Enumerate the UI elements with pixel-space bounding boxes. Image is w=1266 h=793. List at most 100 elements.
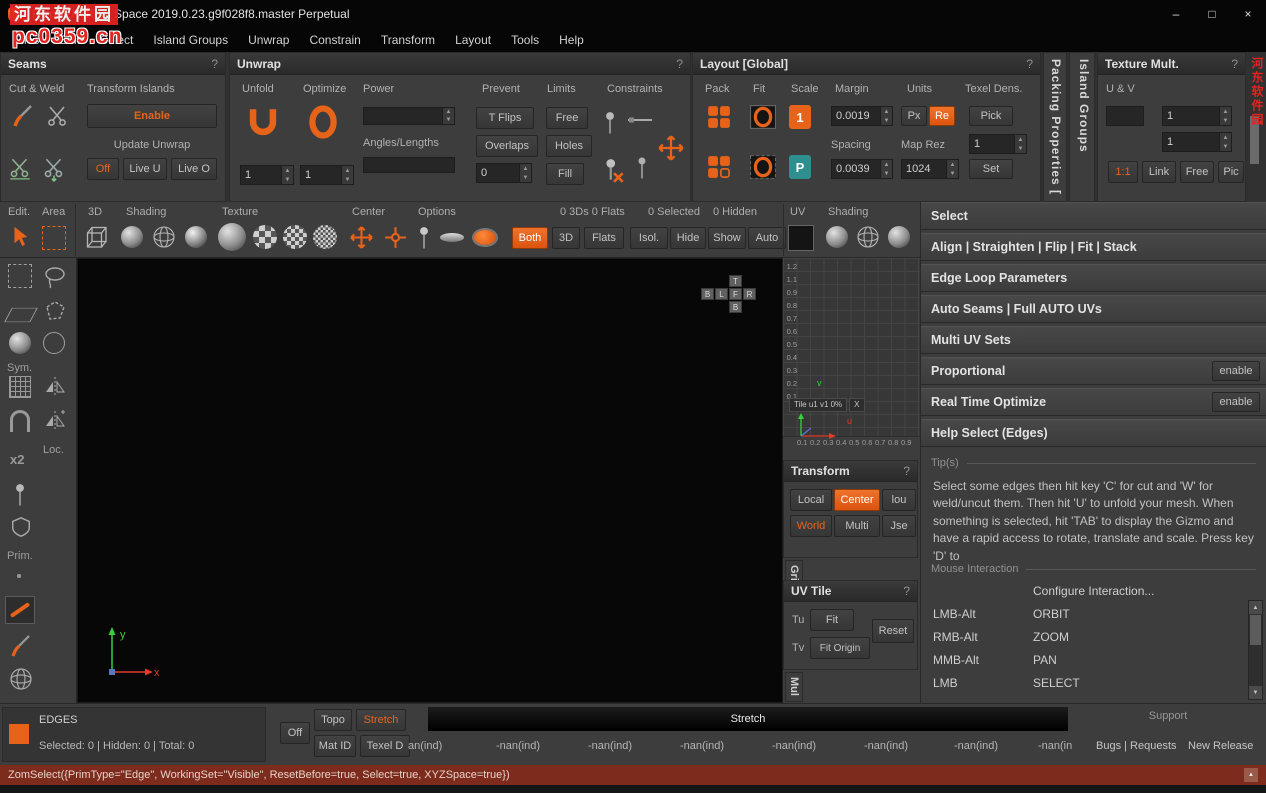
menu-item-island-groups[interactable]: Island Groups (143, 29, 238, 51)
wireframe-sphere-icon[interactable] (152, 225, 176, 249)
auto-button[interactable]: Auto (748, 227, 786, 249)
seams-panel-header[interactable]: Seams ? (1, 53, 225, 75)
hide-button[interactable]: Hide (670, 227, 706, 249)
fit-origin-button[interactable]: Fit Origin (810, 637, 870, 659)
help-icon[interactable]: ? (903, 464, 910, 478)
spin-up-icon[interactable]: ▲ (1015, 135, 1026, 144)
unpin-icon[interactable] (602, 157, 626, 185)
polygon-lasso-icon[interactable] (42, 298, 68, 324)
spinner-arrows[interactable]: ▲▼ (1219, 133, 1231, 151)
menu-item-tools[interactable]: Tools (501, 29, 549, 51)
fit-tile-icon[interactable] (747, 153, 779, 181)
spinner-arrows[interactable]: ▲▼ (880, 107, 892, 125)
tab-packing-properties[interactable]: Packing Properties [ (1043, 52, 1067, 202)
spin-up-icon[interactable]: ▲ (947, 160, 958, 169)
u-mult-spinner[interactable]: 1 ▲▼ (1162, 106, 1232, 126)
nav-back[interactable]: B (701, 288, 714, 300)
fit-island-icon[interactable] (747, 103, 779, 131)
paint-brush-icon[interactable] (8, 632, 34, 660)
uv-shaded-icon[interactable] (826, 226, 848, 248)
live-weld-icon[interactable] (39, 153, 69, 185)
spin-up-icon[interactable]: ▲ (1220, 107, 1231, 116)
v-mult-spinner[interactable]: 1 ▲▼ (1162, 132, 1232, 152)
spin-down-icon[interactable]: ▼ (1220, 142, 1231, 151)
use-button[interactable]: Jse (882, 515, 916, 537)
link-button[interactable]: Link (1142, 161, 1176, 183)
spin-down-icon[interactable]: ▼ (947, 169, 958, 178)
free-ratio-button[interactable]: Free (1180, 161, 1214, 183)
circle-select-icon[interactable] (43, 332, 65, 354)
sphere-select-icon[interactable] (9, 332, 31, 354)
spin-down-icon[interactable]: ▼ (520, 173, 531, 182)
optimize-icon[interactable] (304, 103, 342, 141)
pin-sidebar-icon[interactable] (12, 480, 28, 510)
group-button[interactable]: lou (882, 489, 916, 511)
spin-up-icon[interactable]: ▲ (342, 166, 353, 175)
tile-close-button[interactable]: X (849, 398, 864, 412)
tab-multi[interactable]: Mul (785, 672, 803, 702)
configure-interaction-link[interactable]: Configure Interaction... (921, 578, 1266, 602)
enable-button[interactable]: Enable (87, 104, 217, 128)
scrollbar-thumb[interactable] (1250, 615, 1261, 645)
scrollbar-track[interactable] (1249, 614, 1262, 686)
spin-up-icon[interactable]: ▲ (520, 164, 531, 173)
isolate-button[interactable]: Isol. (630, 227, 668, 249)
center-button[interactable]: Center (834, 489, 880, 511)
uv-texture-icon[interactable] (888, 226, 910, 248)
new-release-link[interactable]: New Release (1188, 740, 1253, 752)
spin-down-icon[interactable]: ▼ (881, 116, 892, 125)
set-button[interactable]: Set (969, 159, 1013, 179)
unfold-iterations-spinner[interactable]: 1 ▲▼ (240, 165, 294, 185)
spinner-arrows[interactable]: ▲▼ (1219, 107, 1231, 125)
tab-island-groups[interactable]: Island Groups (1069, 52, 1095, 202)
spinner-arrows[interactable]: ▲▼ (880, 160, 892, 178)
texel-d-button[interactable]: Texel D (360, 735, 410, 757)
nav-right[interactable]: R (743, 288, 756, 300)
nav-front[interactable]: F (729, 288, 742, 300)
scale-one-icon[interactable]: 1 (789, 105, 811, 129)
live-o-button[interactable]: Live O (171, 158, 217, 180)
spin-down-icon[interactable]: ▼ (1015, 144, 1026, 153)
live-u-button[interactable]: Live U (123, 158, 167, 180)
area-marquee-icon[interactable] (42, 226, 66, 250)
help-icon[interactable]: ? (211, 57, 218, 71)
section-multi-uv[interactable]: Multi UV Sets (921, 326, 1266, 354)
margin-spinner[interactable]: 0.0019 ▲▼ (831, 106, 893, 126)
edge-constraint-icon[interactable] (624, 113, 656, 127)
flats-button[interactable]: Flats (584, 227, 624, 249)
plane-select-icon[interactable] (4, 308, 38, 322)
uv-tile-header[interactable]: UV Tile ? (784, 581, 917, 602)
spinner-arrows[interactable]: ▲▼ (946, 160, 958, 178)
help-icon[interactable]: ? (903, 584, 910, 598)
layout-panel-header[interactable]: Layout [Global] ? (693, 53, 1040, 75)
spin-down-icon[interactable]: ▼ (881, 169, 892, 178)
overlaps-spinner[interactable]: 0 ▲▼ (476, 163, 532, 183)
seams-off-button[interactable]: Off (87, 158, 119, 180)
spin-down-icon[interactable]: ▼ (342, 175, 353, 184)
overlaps-button[interactable]: Overlaps (476, 135, 538, 157)
section-align[interactable]: Align | Straighten | Flip | Fit | Stack (921, 233, 1266, 261)
seam-scissors-icon[interactable] (43, 101, 71, 131)
spinner-arrows[interactable]: ▲▼ (442, 108, 454, 124)
section-help-select[interactable]: Help Select (Edges) (921, 419, 1266, 447)
multi-button[interactable]: Multi (834, 515, 880, 537)
marquee-handles-icon[interactable] (8, 264, 32, 288)
menu-item-unwrap[interactable]: Unwrap (238, 29, 299, 51)
scroll-up-icon[interactable]: ▲ (1249, 601, 1262, 614)
mat-id-button[interactable]: Mat ID (314, 735, 356, 757)
spacing-spinner[interactable]: 0.0039 ▲▼ (831, 159, 893, 179)
nav-bottom[interactable]: B (729, 301, 742, 313)
angles-lengths-slider[interactable] (363, 157, 455, 173)
lasso-icon[interactable] (42, 264, 68, 290)
texel-density-spinner[interactable]: 1 ▲▼ (969, 134, 1027, 154)
nav-left[interactable]: L (715, 288, 728, 300)
checker-sphere-medium-icon[interactable] (283, 225, 307, 249)
x2-tool[interactable]: x2 (10, 452, 24, 467)
display-off-button[interactable]: Off (280, 722, 310, 744)
shaded-sphere-icon[interactable] (121, 226, 143, 248)
world-button[interactable]: World (790, 515, 832, 537)
pin-icon[interactable] (602, 107, 618, 139)
map-rez-spinner[interactable]: 1024 ▲▼ (901, 159, 959, 179)
proportional-enable-button[interactable]: enable (1212, 361, 1260, 381)
transform-header[interactable]: Transform ? (784, 461, 917, 482)
